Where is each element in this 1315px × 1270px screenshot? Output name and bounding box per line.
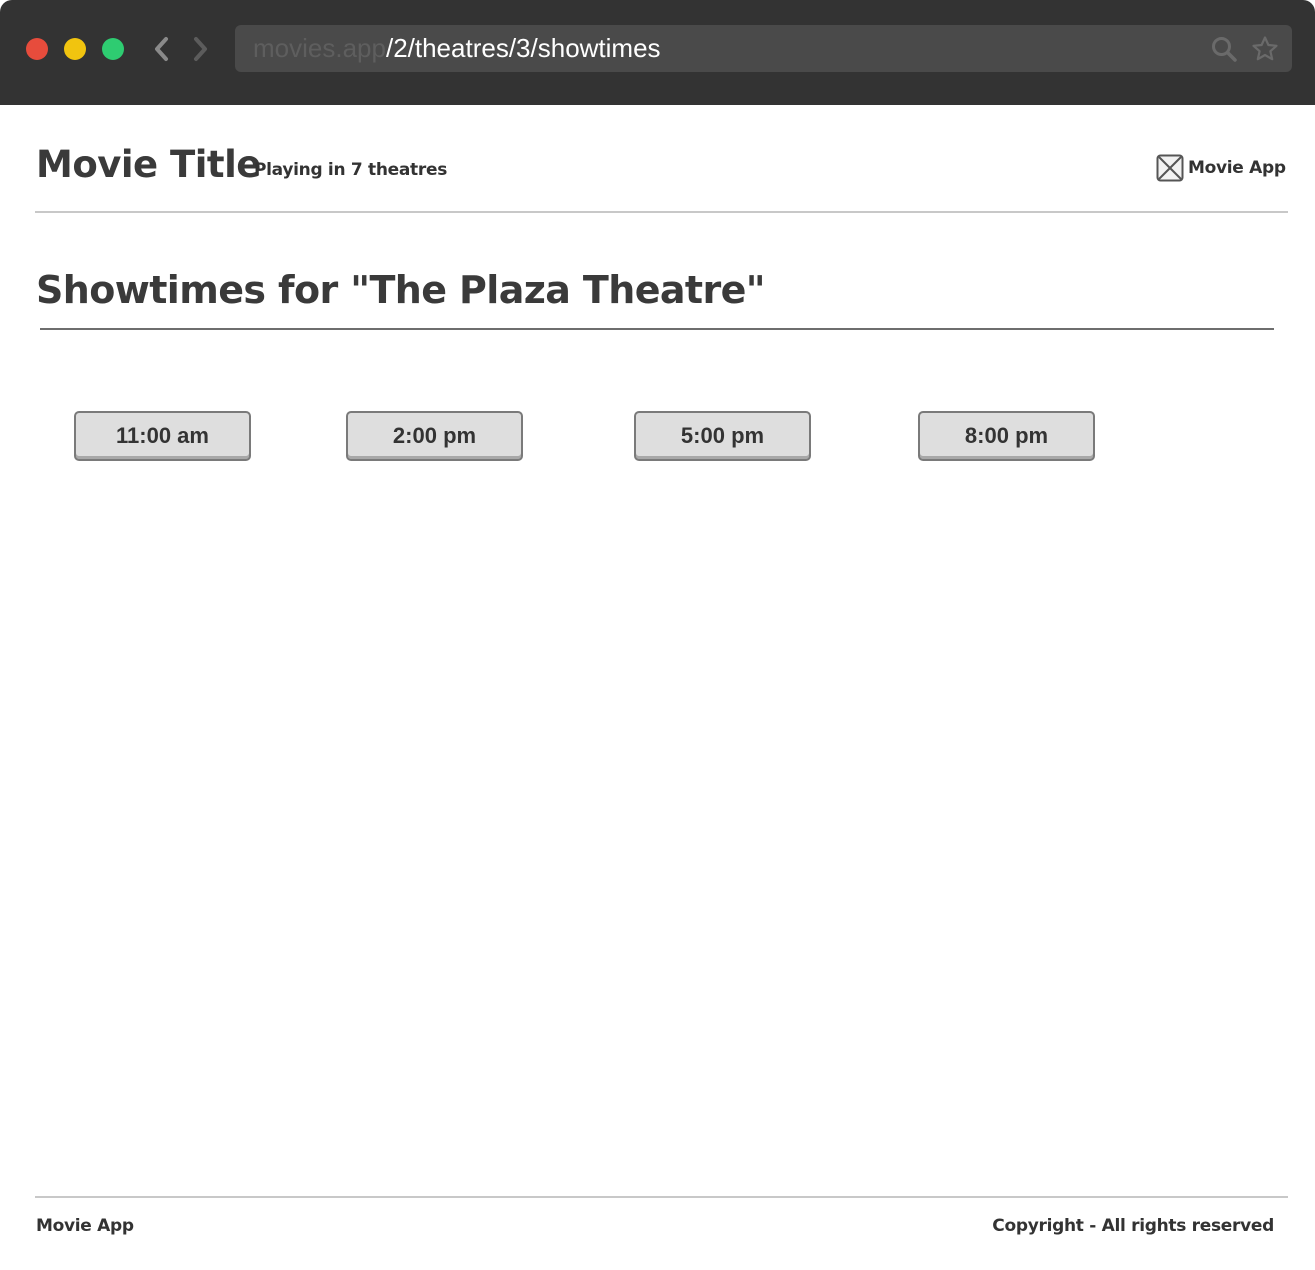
page-title: Movie Title <box>36 143 261 186</box>
theatre-count-subtitle: Playing in 7 theatres <box>254 160 448 180</box>
image-placeholder-icon <box>1156 154 1184 182</box>
showtime-button[interactable]: 8:00 pm <box>918 411 1095 461</box>
footer-copyright: Copyright - All rights reserved <box>992 1216 1274 1236</box>
bookmark-star-icon[interactable] <box>1251 35 1279 63</box>
search-icon[interactable] <box>1210 35 1238 63</box>
url-path: /2/theatres/3/showtimes <box>385 33 661 63</box>
showtimes-heading: Showtimes for "The Plaza Theatre" <box>36 268 766 312</box>
footer-divider <box>35 1196 1288 1198</box>
window-close-button[interactable] <box>26 38 48 60</box>
url-text: movies.app/2/theatres/3/showtimes <box>253 34 661 62</box>
showtime-button[interactable]: 11:00 am <box>74 411 251 461</box>
url-host: movies.app <box>253 33 386 63</box>
showtime-button[interactable]: 2:00 pm <box>346 411 523 461</box>
window-minimize-button[interactable] <box>64 38 86 60</box>
showtime-button[interactable]: 5:00 pm <box>634 411 811 461</box>
window-maximize-button[interactable] <box>102 38 124 60</box>
address-bar[interactable]: movies.app/2/theatres/3/showtimes <box>235 25 1292 72</box>
brand-label: Movie App <box>1188 158 1286 178</box>
back-icon[interactable] <box>150 34 174 64</box>
header-divider <box>35 211 1288 213</box>
section-divider <box>40 328 1274 330</box>
app-brand[interactable]: Movie App <box>1156 153 1286 183</box>
forward-icon[interactable] <box>188 34 212 64</box>
footer-brand[interactable]: Movie App <box>36 1216 134 1236</box>
browser-chrome: movies.app/2/theatres/3/showtimes <box>0 0 1315 105</box>
